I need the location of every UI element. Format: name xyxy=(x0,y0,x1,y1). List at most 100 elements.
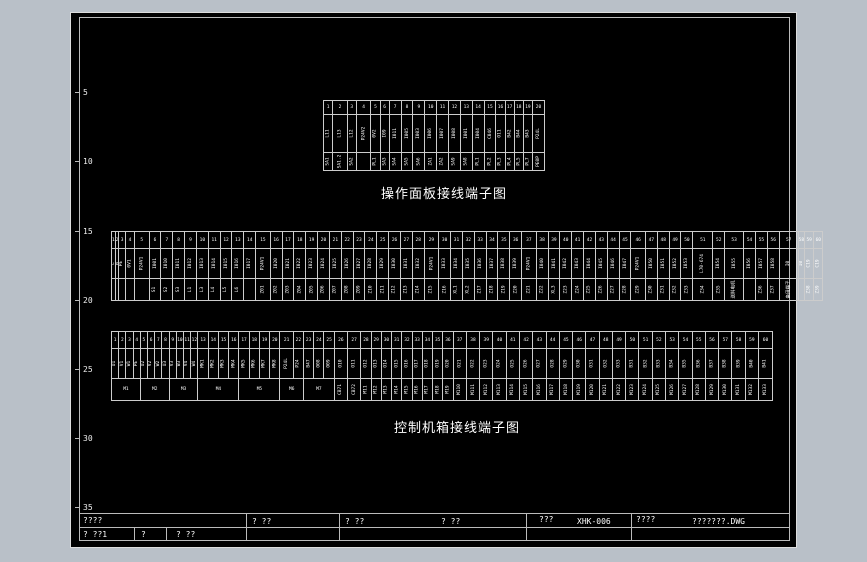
terminal-cell: Z27 xyxy=(606,278,620,301)
terminal-cell: I021 xyxy=(281,248,295,279)
terminal-cell: 24 xyxy=(364,231,378,249)
terminal-cell: B32 xyxy=(638,348,653,379)
terminal-cell: 3 xyxy=(125,331,134,349)
terminal-cell: XL2 xyxy=(461,278,475,301)
terminal-cell: 11 xyxy=(207,231,221,249)
terminal-cell: PL4 xyxy=(504,152,515,171)
terminal-cell: I055 xyxy=(724,248,745,279)
terminal-cell: M123 xyxy=(625,378,640,401)
terminal-cell: S1 xyxy=(148,278,162,301)
terminal-cell: O17 xyxy=(411,348,423,379)
terminal-cell: I038 xyxy=(497,248,511,279)
terminal-cell: I034 xyxy=(450,248,463,279)
terminal-cell: I033 xyxy=(438,248,452,279)
terminal-cell: MK6 xyxy=(248,348,260,379)
terminal-cell: M124 xyxy=(638,378,653,401)
terminal-cell: ZA1 xyxy=(424,152,438,171)
terminal-cell: ZA2 xyxy=(436,152,449,171)
terminal-cell: 5 xyxy=(370,100,381,115)
terminal-cell: 45 xyxy=(618,231,632,249)
row-marker: 10 xyxy=(83,157,93,166)
motor-group-cell: M7 xyxy=(302,378,335,401)
terminal-cell: 43 xyxy=(532,331,547,349)
terminal-cell: SA3 xyxy=(379,152,390,171)
terminal-cell: O29 xyxy=(558,348,574,379)
terminal-cell: Z20 xyxy=(509,278,523,301)
row-marker: 25 xyxy=(83,365,93,374)
terminal-cell: 2 xyxy=(332,100,348,115)
terminal-cell: SA1.2 xyxy=(332,152,348,171)
terminal-cell: I001 xyxy=(148,248,162,279)
terminal-cell: 23 xyxy=(352,231,366,249)
terminal-cell: 19 xyxy=(522,100,533,115)
terminal-cell: O22 xyxy=(465,348,481,379)
terminal-cell: 56 xyxy=(704,331,720,349)
terminal-cell: 26 xyxy=(333,331,349,349)
terminal-cell: I013 xyxy=(195,248,209,279)
terminal-cell: 11 xyxy=(183,331,192,349)
terminal-cell: 6 xyxy=(148,231,162,249)
terminal-cell: 44 xyxy=(545,331,560,349)
terminal-cell: I011 xyxy=(388,114,402,153)
terminal-cell: L5 xyxy=(219,278,233,301)
terminal-cell: 20 xyxy=(317,231,330,249)
terminal-cell: O23 xyxy=(479,348,494,379)
terminal-cell: W1 xyxy=(125,348,134,379)
terminal-cell: Z34 xyxy=(692,278,714,301)
terminal-cell: PL1 xyxy=(370,152,381,171)
title-cell-10: ? ?? xyxy=(176,530,196,539)
terminal-cell: I044 xyxy=(583,248,596,279)
terminal-cell: M119 xyxy=(572,378,587,401)
terminal-cell: 47 xyxy=(644,231,658,249)
terminal-cell: Z14 xyxy=(411,278,425,301)
terminal-cell: Z10 xyxy=(364,278,378,301)
terminal-cell: 41 xyxy=(571,231,585,249)
terminal-cell: 25 xyxy=(323,331,335,349)
terminal-cell: 34 xyxy=(421,331,434,349)
terminal-cell: I052 xyxy=(668,248,682,279)
terminal-cell: M130 xyxy=(718,378,733,401)
terminal-cell: M15 xyxy=(401,378,413,401)
terminal-cell: Z22 xyxy=(535,278,549,301)
title-cell-5: ??? xyxy=(539,515,554,524)
terminal-row: 1 2 3 4 5 6 7 8 9 10 11 12 13 14 15 16 17 18 19 20 21 22 23 24 2… xyxy=(111,231,824,249)
terminal-cell: 33 xyxy=(411,331,423,349)
terminal-cell: Z18 xyxy=(485,278,499,301)
terminal-cell: 17 xyxy=(504,100,515,115)
terminal-cell: 4 xyxy=(132,331,141,349)
terminal-cell: 16 xyxy=(495,100,506,115)
terminal-cell: 57 xyxy=(778,231,799,249)
title-cell-4: ? ?? xyxy=(441,517,461,526)
terminal-cell: O10 xyxy=(333,348,349,379)
terminal-cell: 56 xyxy=(766,231,780,249)
terminal-cell: Z17 xyxy=(473,278,487,301)
terminal-cell: 15 xyxy=(217,331,230,349)
terminal-cell: Z12 xyxy=(388,278,401,301)
terminal-cell: O32 xyxy=(598,348,613,379)
terminal-cell: I010 xyxy=(160,248,174,279)
terminal-cell: M131 xyxy=(731,378,746,401)
terminal-cell: 20 xyxy=(269,331,281,349)
terminal-cell: SA6 xyxy=(412,152,426,171)
terminal-cell: 30 xyxy=(380,331,393,349)
terminal-cell: Z29 xyxy=(630,278,646,301)
drawing-file-name: ???????.DWG xyxy=(692,517,745,526)
motor-group-cell: M5 xyxy=(238,378,281,401)
terminal-cell: Z25 xyxy=(583,278,596,301)
terminal-cell: 3 xyxy=(346,100,357,115)
cabinet-caption: 控制机箱接线端子图 xyxy=(394,421,521,436)
terminal-cell: M126 xyxy=(665,378,680,401)
terminal-cell: P24L xyxy=(531,114,546,153)
terminal-cell: 0V1 xyxy=(124,248,136,279)
terminal-cell: M113 xyxy=(492,378,507,401)
terminal-cell: 47 xyxy=(585,331,600,349)
title-cell-7: ???? xyxy=(636,515,656,524)
terminal-cell: I023 xyxy=(305,248,319,279)
terminal-cell: I0 xyxy=(778,248,799,279)
terminal-cell: Z06 xyxy=(317,278,330,301)
terminal-cell: 9 xyxy=(184,231,197,249)
terminal-cell: Z24 xyxy=(571,278,585,301)
terminal-cell: I025 xyxy=(328,248,342,279)
terminal-row: S1 S2 S3 L1 L3 L4 L5 L6 Z01 Z02 Z03 Z04 Z05 Z06 Z07 Z08… xyxy=(111,278,824,301)
terminal-cell: I027 xyxy=(352,248,366,279)
